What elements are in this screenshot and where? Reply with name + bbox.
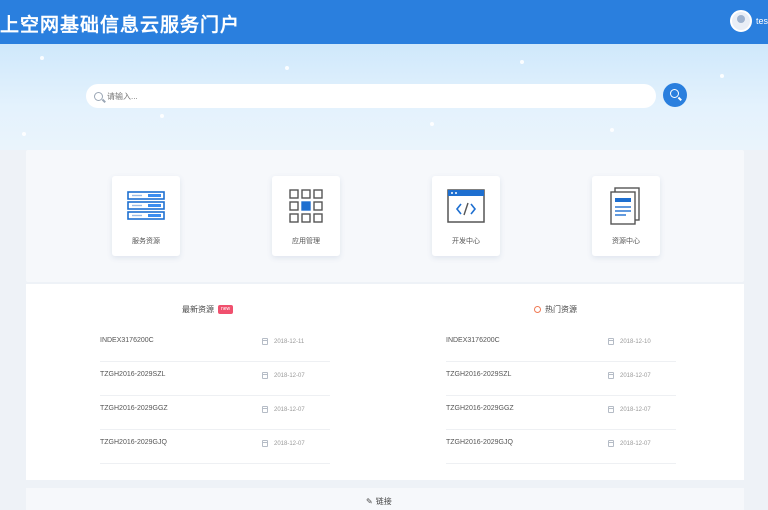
hot-icon xyxy=(534,306,541,313)
resource-name[interactable]: TZGH2016-2029GJQ xyxy=(446,439,513,446)
document-icon xyxy=(610,187,640,225)
links-title[interactable]: 链接 xyxy=(376,496,392,507)
resource-name[interactable]: INDEX3176200C xyxy=(100,337,154,344)
snow-dot xyxy=(720,74,724,78)
links-panel: ✎ 链接 xyxy=(26,488,744,510)
list-item[interactable]: TZGH2016-2029GGZ 2018-12-07 xyxy=(446,396,676,430)
resource-name[interactable]: TZGH2016-2029SZL xyxy=(100,371,165,378)
hot-resources-header: 热门资源 xyxy=(534,304,577,315)
calendar-icon xyxy=(262,338,268,345)
top-header: 上空网基础信息云服务门户 test xyxy=(0,0,768,44)
latest-resources-header: 最新资源 new xyxy=(182,304,234,315)
avatar-icon[interactable] xyxy=(730,10,752,32)
resource-name[interactable]: INDEX3176200C xyxy=(446,337,500,344)
code-window-icon xyxy=(447,189,485,223)
resource-date: 2018-12-11 xyxy=(262,338,304,345)
snow-dot xyxy=(40,56,44,60)
resource-date: 2018-12-07 xyxy=(608,406,651,413)
tile-dev-center[interactable]: 开发中心 xyxy=(432,176,500,256)
tile-resource-center[interactable]: 资源中心 xyxy=(592,176,660,256)
calendar-icon xyxy=(608,406,614,413)
server-icon xyxy=(127,191,165,220)
search-button[interactable] xyxy=(663,83,687,107)
list-item[interactable]: TZGH2016-2029GJQ 2018-12-07 xyxy=(446,430,676,464)
tile-app-management[interactable]: 应用管理 xyxy=(272,176,340,256)
list-item[interactable]: INDEX3176200C 2018-12-11 xyxy=(100,328,330,362)
list-item[interactable]: TZGH2016-2029SZL 2018-12-07 xyxy=(100,362,330,396)
list-item[interactable]: INDEX3176200C 2018-12-10 xyxy=(446,328,676,362)
calendar-icon xyxy=(262,440,268,447)
calendar-icon xyxy=(262,406,268,413)
tile-label: 应用管理 xyxy=(292,238,320,245)
tile-label: 开发中心 xyxy=(452,238,480,245)
resource-name[interactable]: TZGH2016-2029GGZ xyxy=(446,405,514,412)
search-box[interactable] xyxy=(86,84,656,108)
new-badge: new xyxy=(218,305,234,314)
latest-resources-list: INDEX3176200C 2018-12-11 TZGH2016-2029SZ… xyxy=(100,328,330,464)
snow-dot xyxy=(160,114,164,118)
snow-dot xyxy=(430,122,434,126)
resource-date: 2018-12-07 xyxy=(262,440,305,447)
resource-name[interactable]: TZGH2016-2029GGZ xyxy=(100,405,168,412)
calendar-icon xyxy=(608,440,614,447)
tile-service-resources[interactable]: 服务资源 xyxy=(112,176,180,256)
search-icon xyxy=(670,89,679,98)
search-banner xyxy=(0,44,768,150)
user-menu[interactable]: test xyxy=(730,10,768,32)
calendar-icon xyxy=(608,372,614,379)
resource-lists-panel: 最新资源 new INDEX3176200C 2018-12-11 TZGH20… xyxy=(26,284,744,480)
snow-dot xyxy=(285,66,289,70)
resource-name[interactable]: TZGH2016-2029GJQ xyxy=(100,439,167,446)
quick-access-panel: 服务资源 应用管理 开发中心 资源中心 xyxy=(26,150,744,282)
hot-resources-list: INDEX3176200C 2018-12-10 TZGH2016-2029SZ… xyxy=(446,328,676,464)
hot-resources-title: 热门资源 xyxy=(545,305,577,314)
resource-date: 2018-12-10 xyxy=(608,338,651,345)
latest-resources-title: 最新资源 xyxy=(182,305,214,314)
links-header[interactable]: ✎ 链接 xyxy=(366,496,392,507)
resource-name[interactable]: TZGH2016-2029SZL xyxy=(446,371,511,378)
list-item[interactable]: TZGH2016-2029GJQ 2018-12-07 xyxy=(100,430,330,464)
portal-title: 上空网基础信息云服务门户 xyxy=(0,15,241,36)
tile-label: 服务资源 xyxy=(132,238,160,245)
resource-date: 2018-12-07 xyxy=(262,406,305,413)
tile-label: 资源中心 xyxy=(612,238,640,245)
resource-date: 2018-12-07 xyxy=(608,440,651,447)
snow-dot xyxy=(22,132,26,136)
resource-date: 2018-12-07 xyxy=(262,372,305,379)
snow-dot xyxy=(520,60,524,64)
calendar-icon xyxy=(608,338,614,345)
username[interactable]: test xyxy=(756,16,768,26)
link-icon: ✎ xyxy=(366,497,373,506)
list-item[interactable]: TZGH2016-2029GGZ 2018-12-07 xyxy=(100,396,330,430)
calendar-icon xyxy=(262,372,268,379)
search-input[interactable] xyxy=(107,91,627,101)
snow-dot xyxy=(610,128,614,132)
search-icon xyxy=(94,91,103,101)
grid-apps-icon xyxy=(289,189,323,223)
list-item[interactable]: TZGH2016-2029SZL 2018-12-07 xyxy=(446,362,676,396)
resource-date: 2018-12-07 xyxy=(608,372,651,379)
